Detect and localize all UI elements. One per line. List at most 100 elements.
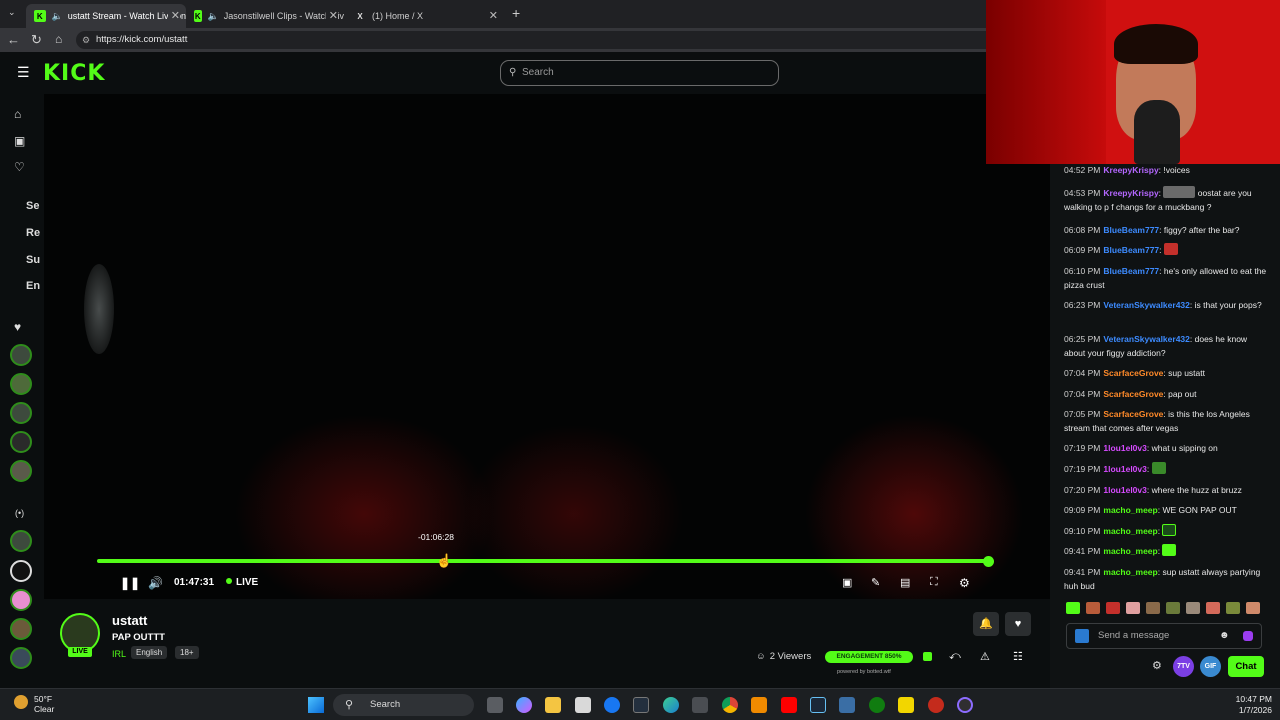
followed-channel-avatar[interactable] <box>10 431 32 453</box>
copilot-icon[interactable] <box>516 697 532 713</box>
chat-user[interactable]: KreepyKrispy <box>1103 165 1158 175</box>
emote-icon[interactable] <box>1246 602 1260 614</box>
chat-user[interactable]: ScarfaceGrove <box>1103 409 1163 419</box>
tab-list-chevron-icon[interactable]: ⌄ <box>8 7 16 18</box>
sidebar-item-su[interactable]: Su <box>26 254 40 266</box>
chat-user[interactable]: VeteranSkywalker432 <box>1103 300 1189 310</box>
notification-bell-button[interactable]: 🔔 <box>973 612 999 636</box>
file-explorer-icon[interactable] <box>545 697 561 713</box>
emoji-icon[interactable]: ☻ <box>1219 624 1230 648</box>
chrome-icon[interactable] <box>722 697 738 713</box>
recommended-channel-avatar[interactable] <box>10 647 32 669</box>
mini-player-icon[interactable]: ▣ <box>842 576 852 589</box>
profile-menu-icon[interactable]: ☷ <box>1013 650 1023 663</box>
report-warning-icon[interactable]: ⚠ <box>980 650 990 663</box>
tab-x-home[interactable]: X (1) Home / X ✕ <box>346 4 504 28</box>
chat-user[interactable]: 1lou1el0v3 <box>1103 485 1146 495</box>
tag-age[interactable]: 18+ <box>175 646 199 659</box>
new-tab-icon[interactable]: + <box>512 5 520 21</box>
system-clock[interactable]: 10:47 PM 1/7/2026 <box>1220 694 1272 716</box>
url-field[interactable]: ⚙ https://kick.com/ustatt <box>76 31 996 49</box>
chat-user[interactable]: BlueBeam777 <box>1103 266 1159 276</box>
theater-mode-icon[interactable]: ▤ <box>900 576 910 589</box>
youtube-icon[interactable] <box>781 697 797 713</box>
chat-settings-gear-icon[interactable]: ⚙ <box>1152 659 1162 672</box>
sidebar-item-se[interactable]: Se <box>26 200 39 212</box>
recommended-channel-avatar[interactable] <box>10 618 32 640</box>
site-info-icon[interactable]: ⚙ <box>82 31 90 49</box>
amazon-icon[interactable] <box>633 697 649 713</box>
share-icon[interactable]: ⤺ <box>949 650 961 663</box>
emote-icon[interactable] <box>1166 602 1180 614</box>
weather-widget[interactable]: 50°F Clear <box>34 694 54 714</box>
chat-user[interactable]: macho_meep <box>1103 505 1157 515</box>
live-indicator[interactable]: LIVE <box>226 577 258 588</box>
chat-user[interactable]: ScarfaceGrove <box>1103 368 1163 378</box>
chat-user[interactable]: BlueBeam777 <box>1103 225 1159 235</box>
video-player[interactable] <box>44 94 1050 599</box>
chat-user[interactable]: ScarfaceGrove <box>1103 389 1163 399</box>
recommended-channel-avatar[interactable] <box>10 589 32 611</box>
tag-language[interactable]: English <box>131 646 168 659</box>
facebook-icon[interactable] <box>604 697 620 713</box>
emote-icon[interactable] <box>1106 602 1120 614</box>
emote-icon[interactable] <box>1206 602 1220 614</box>
chat-user[interactable]: macho_meep <box>1103 546 1157 556</box>
sidebar-item-re[interactable]: Re <box>26 227 40 239</box>
app-icon[interactable] <box>839 697 855 713</box>
xbox-icon[interactable] <box>869 697 885 713</box>
chat-user[interactable]: BlueBeam777 <box>1103 245 1159 255</box>
chat-user[interactable]: macho_meep <box>1103 567 1157 577</box>
progress-bar[interactable] <box>97 559 989 563</box>
follow-heart-button[interactable]: ♥ <box>1005 612 1031 636</box>
emote-icon[interactable] <box>1226 602 1240 614</box>
chat-user[interactable]: VeteranSkywalker432 <box>1103 334 1189 344</box>
progress-handle[interactable] <box>983 556 994 567</box>
chat-user[interactable]: macho_meep <box>1103 526 1157 536</box>
volume-icon[interactable]: 🔊 <box>148 576 163 590</box>
emote-icon[interactable] <box>1126 602 1140 614</box>
category-link[interactable]: IRL <box>112 649 126 659</box>
settings-gear-icon[interactable]: ⚙ <box>959 576 970 590</box>
reload-icon[interactable]: ↻ <box>31 32 42 48</box>
home-icon[interactable]: ⌂ <box>55 32 62 46</box>
chat-user[interactable]: KreepyKrispy <box>1103 188 1158 198</box>
recommended-channel-avatar[interactable] <box>10 560 32 582</box>
taskbar-search[interactable]: ⚲ Search <box>333 694 474 716</box>
obs-icon[interactable] <box>957 697 973 713</box>
back-arrow-icon[interactable]: ← <box>7 32 20 47</box>
calculator-icon[interactable] <box>692 697 708 713</box>
windows-start-icon[interactable] <box>308 697 324 713</box>
close-icon[interactable]: ✕ <box>489 9 498 22</box>
emote-icon[interactable] <box>1146 602 1160 614</box>
followed-channel-avatar[interactable] <box>10 460 32 482</box>
close-icon[interactable]: ✕ <box>167 9 180 22</box>
pause-icon[interactable]: ❚❚ <box>120 576 140 590</box>
emote-icon[interactable] <box>1086 602 1100 614</box>
chat-user[interactable]: 1lou1el0v3 <box>1103 464 1146 474</box>
clip-icon[interactable]: ✎ <box>871 576 880 589</box>
notes-icon[interactable] <box>898 697 914 713</box>
snipping-tool-icon[interactable] <box>928 697 944 713</box>
emote-icon[interactable] <box>1186 602 1200 614</box>
browse-icon[interactable]: ▣ <box>14 134 25 148</box>
tab-jasonstilwell[interactable]: K 🔈 Jasonstilwell Clips - Watch Liv ✕ <box>186 4 344 28</box>
search-input[interactable]: ⚲ Search <box>500 60 779 86</box>
followed-channel-avatar[interactable] <box>10 344 32 366</box>
recommended-channel-avatar[interactable] <box>10 530 32 552</box>
7tv-button[interactable]: 7TV <box>1173 656 1194 677</box>
steam-icon[interactable] <box>810 697 826 713</box>
emote-w-icon[interactable] <box>1066 602 1080 614</box>
hamburger-menu-icon[interactable]: ☰ <box>17 64 30 81</box>
gif-button[interactable]: GIF <box>1200 656 1221 677</box>
vlc-icon[interactable] <box>751 697 767 713</box>
extension-icon[interactable] <box>1243 631 1253 641</box>
home-icon[interactable]: ⌂ <box>14 107 21 121</box>
send-chat-button[interactable]: Chat <box>1228 656 1264 677</box>
tab-ustatt[interactable]: K 🔈 ustatt Stream - Watch Live on ✕ <box>26 4 186 28</box>
fullscreen-icon[interactable]: ⛶ <box>930 576 938 589</box>
store-icon[interactable] <box>575 697 591 713</box>
chat-user[interactable]: 1lou1el0v3 <box>1103 443 1146 453</box>
followed-channel-avatar[interactable] <box>10 402 32 424</box>
sidebar-item-en[interactable]: En <box>26 280 40 292</box>
